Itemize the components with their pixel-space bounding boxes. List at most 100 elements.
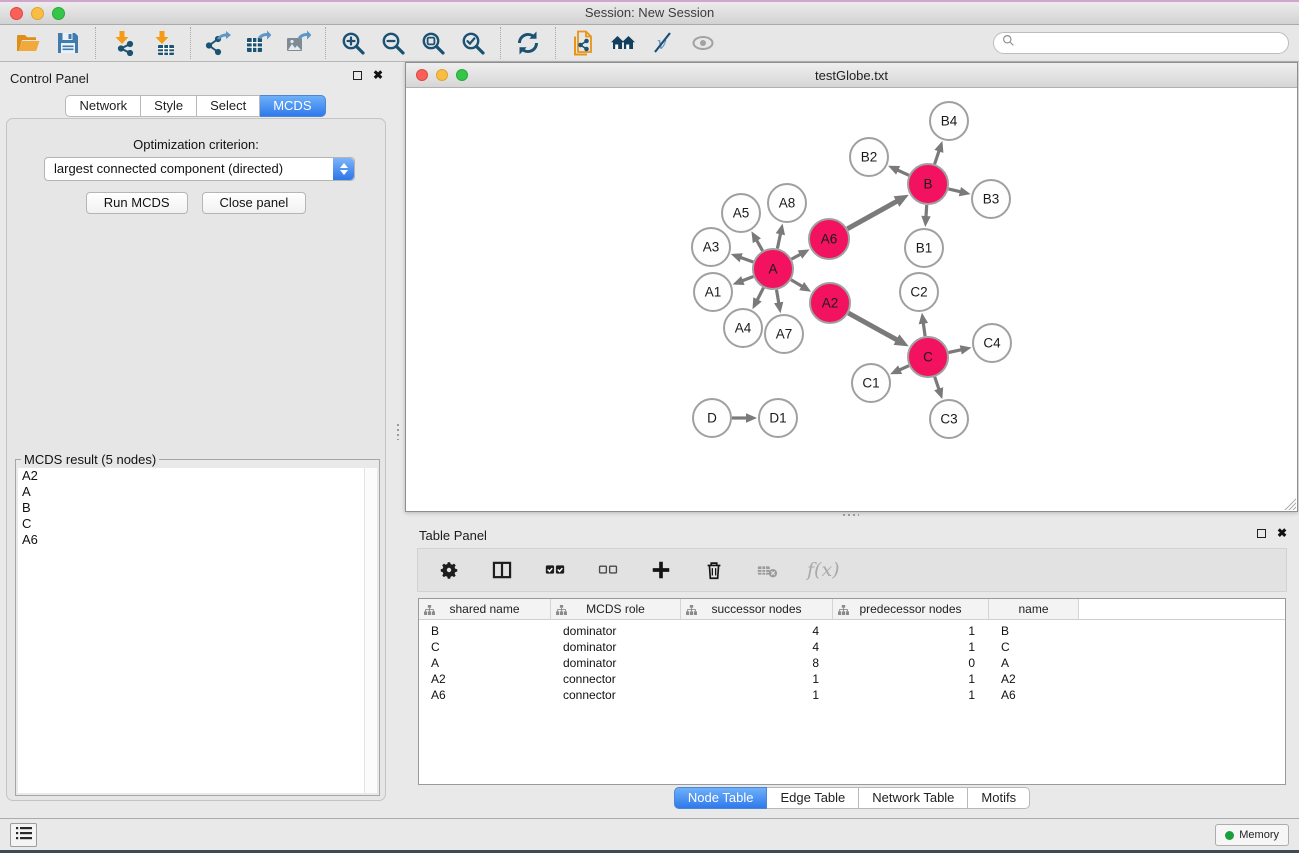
table-cell[interactable]: A (989, 656, 1079, 670)
graph-node-C1[interactable]: C1 (852, 364, 890, 402)
result-list-item[interactable]: C (18, 516, 364, 532)
table-cell[interactable]: 0 (833, 656, 989, 670)
network-canvas[interactable]: B4B2BB3A5A8A6B1A3AA1C2A2A4A7C4CC1C3DD1 (406, 89, 1297, 511)
graph-node-D[interactable]: D (693, 399, 731, 437)
select-all-button[interactable] (542, 557, 568, 583)
column-header-successor-nodes[interactable]: successor nodes (681, 599, 833, 619)
graph-node-A1[interactable]: A1 (694, 273, 732, 311)
table-row[interactable]: A6connector11A6 (419, 687, 1285, 703)
graph-node-A6[interactable]: A6 (809, 219, 849, 259)
table-cell[interactable]: A (419, 656, 551, 670)
graph-node-A5[interactable]: A5 (722, 194, 760, 232)
zoom-in-button[interactable] (333, 27, 373, 59)
table-cell[interactable]: 1 (833, 672, 989, 686)
show-panel-list-button[interactable] (10, 823, 37, 847)
float-table-panel-icon[interactable] (1257, 529, 1266, 538)
tab-select[interactable]: Select (197, 95, 260, 117)
zoom-selected-button[interactable] (453, 27, 493, 59)
table-row[interactable]: Bdominator41B (419, 623, 1285, 639)
zoom-out-button[interactable] (373, 27, 413, 59)
graph-node-C4[interactable]: C4 (973, 324, 1011, 362)
graph-node-A8[interactable]: A8 (768, 184, 806, 222)
graph-node-B3[interactable]: B3 (972, 180, 1010, 218)
show-details-button[interactable] (683, 27, 723, 59)
float-panel-icon[interactable] (353, 71, 362, 80)
graph-node-A[interactable]: A (753, 249, 793, 289)
table-cell[interactable]: C (419, 640, 551, 654)
delete-table-button[interactable] (754, 557, 780, 583)
save-session-button[interactable] (48, 27, 88, 59)
horizontal-divider-handle[interactable] (843, 514, 859, 516)
graph-node-B2[interactable]: B2 (850, 138, 888, 176)
tab-motifs[interactable]: Motifs (968, 787, 1030, 809)
split-view-button[interactable] (489, 557, 515, 583)
deselect-all-button[interactable] (595, 557, 621, 583)
graph-node-B[interactable]: B (908, 164, 948, 204)
table-cell[interactable]: B (989, 624, 1079, 638)
export-network-button[interactable] (198, 27, 238, 59)
table-row[interactable]: Adominator80A (419, 655, 1285, 671)
table-cell[interactable]: dominator (551, 624, 681, 638)
table-cell[interactable]: 1 (681, 688, 833, 702)
delete-column-button[interactable] (701, 557, 727, 583)
graph-node-A2[interactable]: A2 (810, 283, 850, 323)
table-cell[interactable]: 1 (833, 688, 989, 702)
graph-node-A4[interactable]: A4 (724, 309, 762, 347)
zoom-fit-button[interactable] (413, 27, 453, 59)
first-neighbors-button[interactable] (603, 27, 643, 59)
table-cell[interactable]: B (419, 624, 551, 638)
result-scrollbar[interactable] (364, 468, 377, 793)
column-header-MCDS-role[interactable]: MCDS role (551, 599, 681, 619)
vertical-divider-handle[interactable] (397, 424, 399, 440)
search-field[interactable] (993, 32, 1289, 54)
graph-node-C2[interactable]: C2 (900, 273, 938, 311)
table-cell[interactable]: dominator (551, 656, 681, 670)
table-cell[interactable]: 8 (681, 656, 833, 670)
table-cell[interactable]: 4 (681, 640, 833, 654)
table-cell[interactable]: A2 (989, 672, 1079, 686)
graph-node-B4[interactable]: B4 (930, 102, 968, 140)
fx-function-button[interactable]: f(x) (807, 559, 840, 581)
table-row[interactable]: A2connector11A2 (419, 671, 1285, 687)
gear-button[interactable] (436, 557, 462, 583)
column-header-predecessor-nodes[interactable]: predecessor nodes (833, 599, 989, 619)
graph-node-A3[interactable]: A3 (692, 228, 730, 266)
close-table-panel-icon[interactable]: ✖ (1277, 528, 1287, 538)
column-header-name[interactable]: name (989, 599, 1079, 619)
result-list-item[interactable]: A2 (18, 468, 364, 484)
search-input[interactable] (1020, 36, 1280, 50)
result-list-item[interactable]: B (18, 500, 364, 516)
close-panel-button[interactable]: Close panel (202, 192, 307, 214)
tab-network[interactable]: Network (65, 95, 141, 117)
tab-node-table[interactable]: Node Table (674, 787, 768, 809)
tab-network-table[interactable]: Network Table (859, 787, 968, 809)
graph-node-A7[interactable]: A7 (765, 315, 803, 353)
run-mcds-button[interactable]: Run MCDS (86, 192, 188, 214)
table-cell[interactable]: A6 (989, 688, 1079, 702)
memory-button[interactable]: Memory (1215, 824, 1289, 846)
table-cell[interactable]: 4 (681, 624, 833, 638)
export-table-button[interactable] (238, 27, 278, 59)
hide-details-button[interactable]: v (643, 27, 683, 59)
table-cell[interactable]: connector (551, 672, 681, 686)
graph-node-D1[interactable]: D1 (759, 399, 797, 437)
graph-node-C[interactable]: C (908, 337, 948, 377)
export-image-button[interactable] (278, 27, 318, 59)
table-cell[interactable]: 1 (833, 624, 989, 638)
refresh-layout-button[interactable] (508, 27, 548, 59)
table-cell[interactable]: C (989, 640, 1079, 654)
result-list-item[interactable]: A (18, 484, 364, 500)
table-cell[interactable]: connector (551, 688, 681, 702)
result-list-item[interactable]: A6 (18, 532, 364, 548)
table-cell[interactable]: 1 (833, 640, 989, 654)
tab-edge-table[interactable]: Edge Table (767, 787, 859, 809)
table-cell[interactable]: dominator (551, 640, 681, 654)
add-column-button[interactable] (648, 557, 674, 583)
tab-mcds[interactable]: MCDS (260, 95, 325, 117)
import-network-button[interactable] (103, 27, 143, 59)
optimization-criterion-select[interactable]: largest connected component (directed) (44, 157, 355, 181)
close-panel-icon[interactable]: ✖ (373, 70, 383, 80)
new-network-from-selection-button[interactable] (563, 27, 603, 59)
import-table-button[interactable] (143, 27, 183, 59)
network-window-titlebar[interactable]: testGlobe.txt (406, 63, 1297, 88)
